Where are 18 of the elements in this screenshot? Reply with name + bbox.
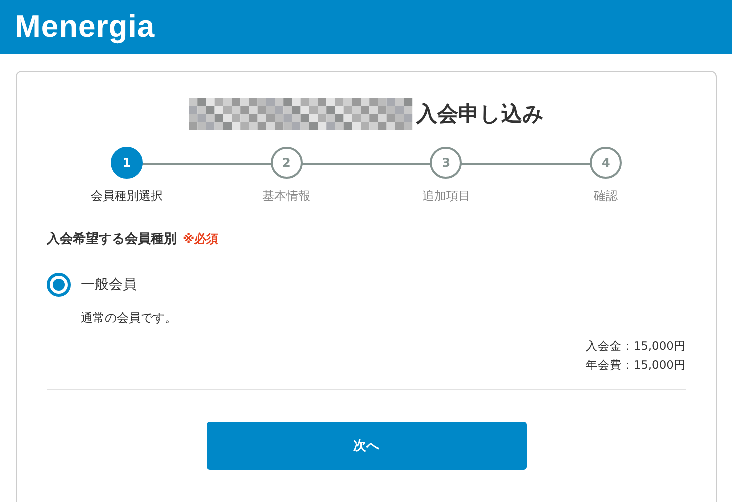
fee-text: 年会費：15,000円 xyxy=(586,357,686,374)
step-label: 追加項目 xyxy=(422,188,470,205)
step-circle: 3 xyxy=(430,147,462,179)
step-label: 基本情報 xyxy=(262,188,311,205)
field-label: 入会希望する会員種別 xyxy=(47,230,177,248)
next-button[interactable]: 次へ xyxy=(206,422,526,470)
radio-button[interactable] xyxy=(47,273,71,297)
step-label: 確認 xyxy=(594,188,618,205)
step-circle: 4 xyxy=(590,147,622,179)
fee-text: 入会金：15,000円 xyxy=(586,338,686,355)
step-label: 会員種別選択 xyxy=(90,188,163,205)
step-circle: 2 xyxy=(270,147,303,179)
option-description: 通常の会員です。 xyxy=(81,310,178,327)
option-label[interactable]: 一般会員 xyxy=(81,276,137,294)
logo[interactable]: Menergia xyxy=(15,9,156,45)
step-circle: 1 xyxy=(110,147,143,179)
page-title: 入会申し込み xyxy=(416,101,544,128)
required-label: ※必須 xyxy=(183,231,219,248)
